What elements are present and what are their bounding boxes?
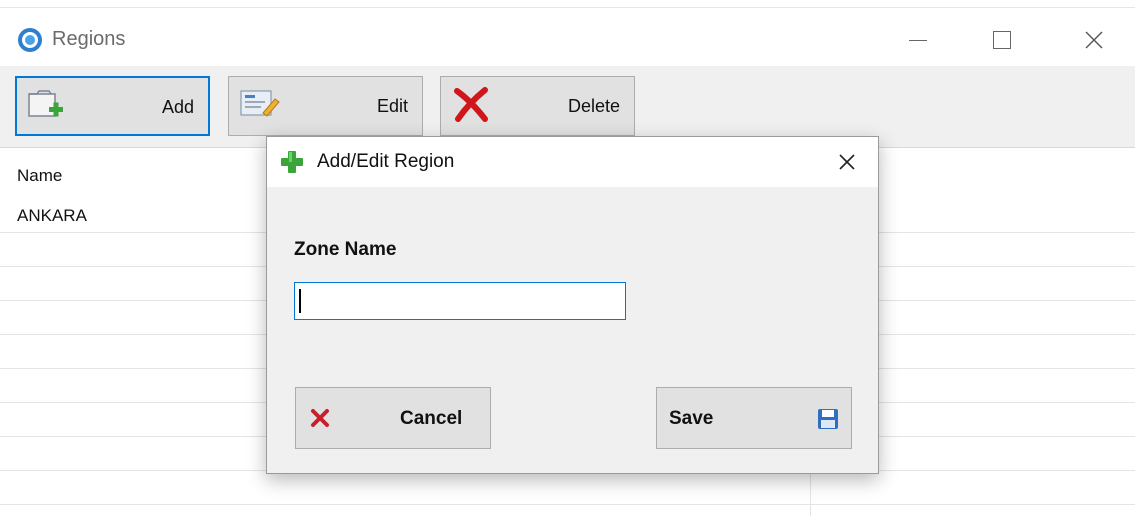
close-button[interactable] [1066, 22, 1122, 58]
zone-name-label: Zone Name [294, 239, 397, 260]
save-button-label: Save [669, 408, 714, 429]
maximize-icon [993, 31, 1011, 49]
red-x-icon [454, 87, 488, 122]
minimize-icon [909, 39, 927, 41]
row-divider [0, 504, 1135, 505]
background-window-edge [0, 0, 1135, 8]
window-titlebar[interactable]: Regions [0, 14, 1135, 66]
column-header-name[interactable]: Name [17, 166, 62, 186]
edit-button[interactable]: Edit [228, 76, 423, 136]
save-button[interactable]: Save [656, 387, 852, 449]
add-edit-region-dialog: Add/Edit Region Zone Name Cancel Save [266, 136, 879, 474]
red-x-icon [311, 409, 329, 427]
maximize-button[interactable] [974, 22, 1030, 58]
dialog-close-button[interactable] [827, 145, 867, 179]
delete-button[interactable]: Delete [440, 76, 635, 136]
dialog-title: Add/Edit Region [317, 151, 455, 172]
window-title: Regions [52, 28, 126, 50]
minimize-button[interactable] [890, 22, 946, 58]
text-caret [299, 289, 301, 313]
delete-button-label: Delete [567, 96, 620, 116]
zone-name-input[interactable] [294, 282, 626, 320]
close-icon [1085, 31, 1103, 49]
cancel-button[interactable]: Cancel [295, 387, 491, 449]
list-item[interactable]: ANKARA [17, 206, 87, 226]
add-button[interactable]: Add [15, 76, 210, 136]
cancel-button-label: Cancel [400, 408, 463, 429]
dialog-titlebar[interactable]: Add/Edit Region [267, 137, 878, 187]
close-icon [839, 154, 855, 170]
green-plus-icon [281, 151, 303, 173]
floppy-disk-icon [818, 409, 838, 429]
edit-button-label: Edit [376, 96, 408, 116]
add-button-label: Add [161, 97, 194, 117]
edit-form-icon [240, 90, 280, 117]
app-circle-icon [18, 28, 42, 52]
folder-add-icon [28, 90, 63, 117]
